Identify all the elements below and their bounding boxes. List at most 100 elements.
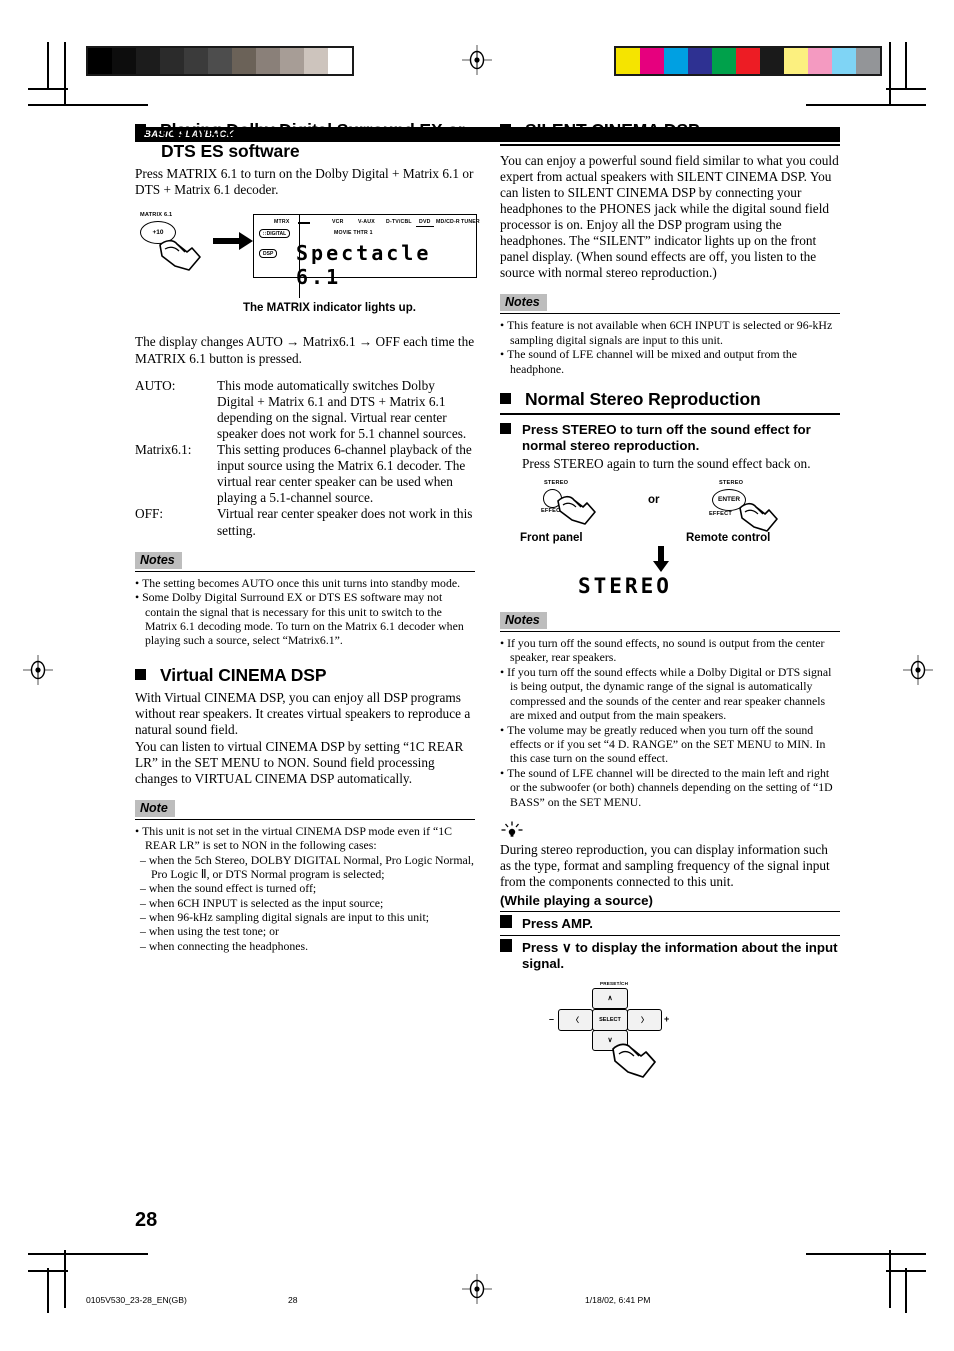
color-swatch <box>856 48 880 74</box>
crop-mark-bottom-left-v <box>64 1250 66 1308</box>
registration-target-right <box>903 655 933 685</box>
color-swatch <box>136 48 160 74</box>
definition-term: AUTO: <box>135 377 176 393</box>
definition-desc: Virtual rear center speaker does not wor… <box>217 506 473 538</box>
definition-row-matrix61: Matrix6.1: This setting produces 6-chann… <box>135 442 475 506</box>
color-swatch <box>208 48 232 74</box>
square-bullet-icon <box>135 124 146 135</box>
pointing-hand-icon <box>739 502 778 532</box>
crop-mark-bottom-left-v2 <box>47 1268 49 1313</box>
step-text: Press AMP. <box>522 916 593 932</box>
crop-mark-bottom-right-v2 <box>905 1268 907 1313</box>
left-notes-block-1: Notes The setting becomes AUTO once this… <box>135 551 475 648</box>
definition-desc: This setting produces 6-channel playback… <box>217 442 472 506</box>
cursor-up-label: ∧ <box>607 995 613 1003</box>
color-swatch <box>736 48 760 74</box>
crop-mark-top-left-h <box>28 88 68 90</box>
tip-text: During stereo reproduction, you can disp… <box>500 841 830 890</box>
cursor-left-button[interactable]: 〈 <box>558 1008 593 1031</box>
crop-mark-bottom-right-v <box>889 1250 891 1308</box>
arrow-right-icon <box>213 232 253 251</box>
cursor-pad-figure: PRESET/CH ∧ 〈 SELECT 〉 ∨ – + <box>500 981 840 1101</box>
step-number-badge: 2 <box>492 938 512 952</box>
front-panel-display: MTRX ∷ DIGITAL DSP VCR V-AUX D-TV/CBL DV… <box>253 214 480 289</box>
matrix-figure: MATRIX 6.1 +10 MTRX ∷ DIGITAL DSP VCR V-… <box>135 212 480 322</box>
steps-divider-mid <box>500 934 840 936</box>
footer-filename: 0105V530_23-28_EN(GB) <box>86 1295 187 1305</box>
step-number-badge: 1 <box>492 915 512 929</box>
color-swatch <box>640 48 664 74</box>
heading-text: Virtual CINEMA DSP <box>160 664 327 685</box>
tip-block: During stereo reproduction, you can disp… <box>500 821 840 890</box>
minus-label: – <box>549 1013 555 1024</box>
note-item: The sound of LFE channel will be directe… <box>500 766 840 809</box>
pointing-hand-icon <box>557 495 596 525</box>
steps-divider-top <box>500 911 840 913</box>
notes-divider <box>135 570 475 572</box>
intro-paragraph: Press MATRIX 6.1 to turn on the Dolby Di… <box>135 166 474 198</box>
note-sub-list: when the 5ch Stereo, DOLBY DIGITAL Norma… <box>140 853 475 953</box>
display-input-dtvcbl: D-TV/CBL <box>386 219 412 226</box>
square-bullet-icon <box>500 422 511 434</box>
heading-playing-dolby-digital: Playing Dolby Digital Surround EX or DTS… <box>135 120 475 161</box>
note-item: The volume may be greatly reduced when y… <box>500 723 840 766</box>
color-colorbar <box>614 46 882 76</box>
select-button[interactable]: SELECT <box>592 1008 628 1031</box>
right-notes-block-1: Notes This feature is not available when… <box>500 293 840 376</box>
color-swatch <box>832 48 856 74</box>
tip-bulb-icon <box>501 821 523 837</box>
note-sub-item: when using the test tone; or <box>140 924 475 938</box>
note-sub-item: when the sound effect is turned off; <box>140 881 475 895</box>
note-sub-item: when 6CH INPUT is selected as the input … <box>140 896 475 910</box>
definition-term: OFF: <box>135 506 164 522</box>
note-item: If you turn off the sound effects, no so… <box>500 636 840 665</box>
display-input-vaux: V-AUX <box>358 219 375 226</box>
notes-label: Notes <box>135 551 182 569</box>
left-column: Playing Dolby Digital Surround EX or DTS… <box>135 120 480 953</box>
cursor-right-button[interactable]: 〉 <box>627 1008 662 1031</box>
notes-list: The setting becomes AUTO once this unit … <box>135 576 475 648</box>
cursor-right-label: 〉 <box>641 1016 648 1024</box>
crop-mark-top-left-h2 <box>28 104 148 106</box>
matrix-figure-caption: The MATRIX indicator lights up. <box>243 302 416 315</box>
color-swatch <box>232 48 256 74</box>
definition-desc: This mode automatically switches Dolby D… <box>217 377 467 441</box>
step-press-stereo: Press STEREO to turn off the sound effec… <box>500 422 840 455</box>
cursor-up-button[interactable]: ∧ <box>592 987 628 1009</box>
display-input-mdcdr: MD/CD-R <box>436 219 460 226</box>
cursor-left-label: 〈 <box>572 1016 579 1024</box>
step-number: 2 <box>492 939 498 951</box>
notes-label: Notes <box>500 611 547 629</box>
notes-label: Notes <box>500 294 547 312</box>
display-dsp-badge: DSP <box>259 249 278 259</box>
step-2-press-down: 2 Press ∨ to display the information abou… <box>492 938 840 973</box>
plus-label: + <box>664 1013 670 1024</box>
heading-silent-cinema-dsp: SILENT CINEMA DSP <box>500 120 840 146</box>
display-matrix-indicator: MTRX <box>274 219 290 226</box>
stereo-display-text: STEREO <box>578 573 672 598</box>
note-sub-item: when 96-kHz sampling digital signals are… <box>140 910 475 924</box>
note-list: This unit is not set in the virtual CINE… <box>135 824 475 853</box>
color-swatch <box>160 48 184 74</box>
heading-text: Playing Dolby Digital Surround EX or DTS… <box>160 120 465 161</box>
matrix-button-label: MATRIX 6.1 <box>140 212 173 219</box>
silent-cinema-paragraph: You can enjoy a powerful sound field sim… <box>500 152 839 281</box>
definition-row-auto: AUTO: This mode automatically switches D… <box>135 378 475 442</box>
select-label: SELECT <box>599 1016 621 1023</box>
color-swatch <box>88 48 112 74</box>
crop-mark-top-right-v <box>905 42 907 90</box>
dsp-badge-text: DSP <box>263 250 274 257</box>
color-swatch <box>760 48 784 74</box>
color-swatch <box>112 48 136 74</box>
remote-effect-label: EFFECT <box>709 510 732 517</box>
right-notes-block-2: Notes If you turn off the sound effects,… <box>500 611 840 809</box>
definition-row-off: OFF: Virtual rear center speaker does no… <box>135 506 475 538</box>
color-swatch <box>784 48 808 74</box>
front-panel-caption: Front panel <box>520 531 583 544</box>
color-swatch <box>280 48 304 74</box>
display-main-text: Spectacle 6.1 <box>296 241 432 290</box>
note-item: Some Dolby Digital Surround EX or DTS ES… <box>135 590 475 647</box>
crop-mark-bottom-right-h2 <box>886 1270 926 1272</box>
note-label: Note <box>135 799 175 817</box>
page-number: 28 <box>135 1209 158 1231</box>
